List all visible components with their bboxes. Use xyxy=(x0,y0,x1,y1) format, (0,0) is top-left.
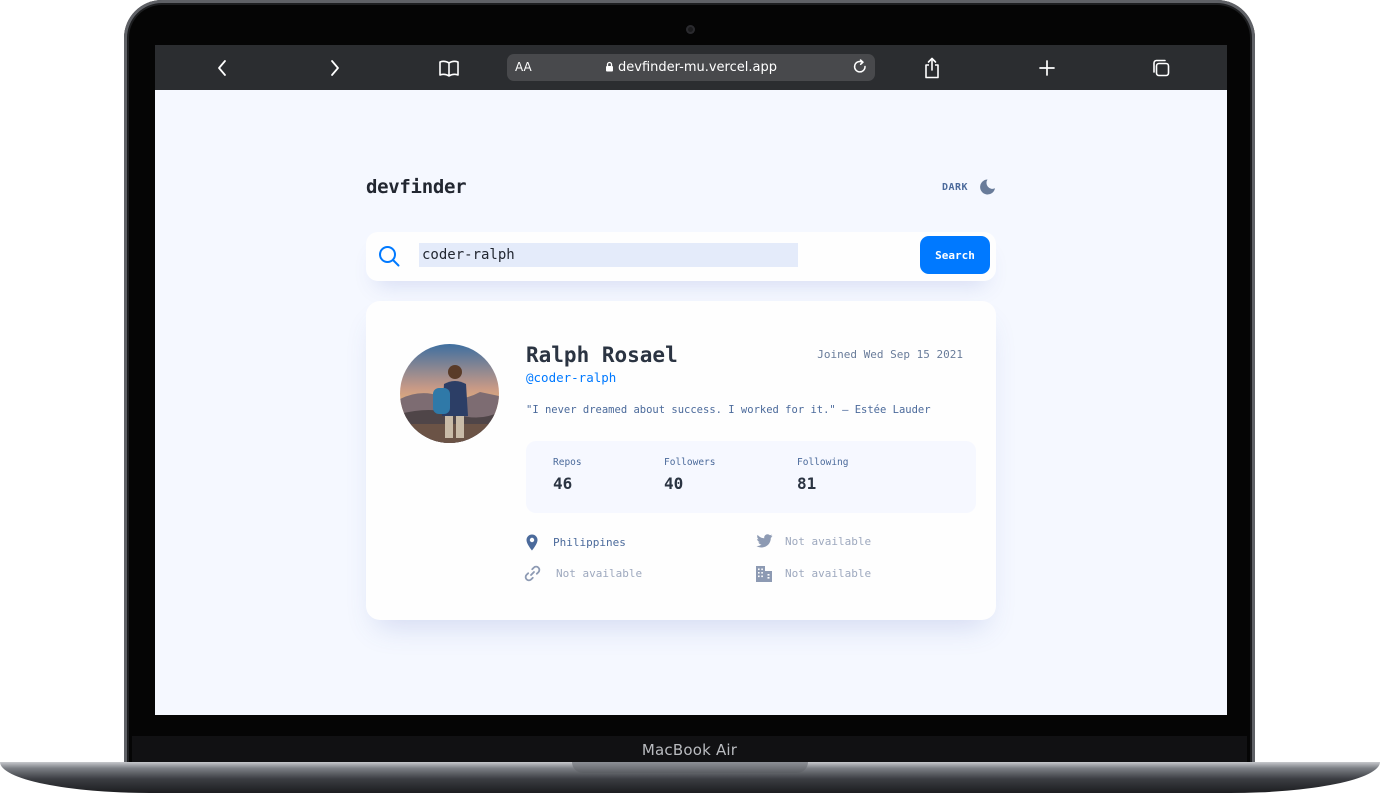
company-icon xyxy=(756,566,772,582)
company-text: Not available xyxy=(785,567,872,580)
book-icon xyxy=(439,60,459,77)
chevron-right-icon xyxy=(331,59,339,76)
bookmarks-button[interactable] xyxy=(434,45,464,90)
stat-following-label: Following xyxy=(797,457,849,468)
profile-card: Ralph Rosael Joined Wed Sep 15 2021 @cod… xyxy=(366,301,996,620)
plus-icon xyxy=(1039,59,1055,76)
search-bar: Search xyxy=(366,232,996,281)
chevron-left-icon xyxy=(218,59,226,76)
moon-icon xyxy=(980,179,996,195)
back-button[interactable] xyxy=(207,45,237,90)
stat-followers: Followers 40 xyxy=(664,457,715,493)
meta-twitter: Not available xyxy=(753,534,871,548)
app-title: devfinder xyxy=(366,176,467,198)
search-input[interactable] xyxy=(419,243,798,267)
address-bar[interactable]: AA devfinder-mu.vercel.app xyxy=(507,54,875,81)
forward-button[interactable] xyxy=(320,45,350,90)
avatar xyxy=(400,344,499,443)
twitter-text: Not available xyxy=(785,534,872,548)
profile-name: Ralph Rosael xyxy=(526,343,678,367)
share-button[interactable] xyxy=(917,45,947,90)
blog-link[interactable]: Not available xyxy=(556,567,642,580)
avatar-image xyxy=(400,344,499,443)
profile-bio: "I never dreamed about success. I worked… xyxy=(526,404,931,416)
theme-toggle[interactable]: DARK xyxy=(942,178,996,196)
twitter-icon xyxy=(756,534,772,548)
meta-blog: Not available xyxy=(521,565,642,582)
location-icon xyxy=(526,534,538,551)
tabs-overview-button[interactable] xyxy=(1146,45,1176,90)
stat-repos: Repos 46 xyxy=(553,457,582,493)
joined-date: Joined Wed Sep 15 2021 xyxy=(817,348,963,361)
camera xyxy=(686,25,695,34)
browser-toolbar: AA devfinder-mu.vercel.app xyxy=(155,45,1227,90)
new-tab-button[interactable] xyxy=(1032,45,1062,90)
stat-following: Following 81 xyxy=(797,457,848,493)
stat-followers-label: Followers xyxy=(664,457,716,468)
theme-toggle-label: DARK xyxy=(942,181,969,193)
lock-icon xyxy=(606,61,613,72)
stats-panel: Repos 46 Followers 40 Following 81 xyxy=(526,441,976,513)
tabs-icon xyxy=(1153,59,1170,76)
search-button[interactable]: Search xyxy=(920,236,990,274)
reload-icon[interactable] xyxy=(851,58,869,76)
brand-label: MacBook Air xyxy=(641,741,738,759)
laptop-notch xyxy=(572,762,808,773)
url-text: devfinder-mu.vercel.app xyxy=(618,60,777,75)
laptop-chin: MacBook Air xyxy=(132,736,1247,764)
search-icon xyxy=(379,246,400,267)
stat-repos-label: Repos xyxy=(553,457,582,468)
link-icon xyxy=(524,565,540,582)
url-display: devfinder-mu.vercel.app xyxy=(507,54,875,81)
stat-followers-value: 40 xyxy=(664,474,684,493)
share-icon xyxy=(925,57,939,78)
meta-location: Philippines xyxy=(521,534,626,551)
browser-screen: AA devfinder-mu.vercel.app devfinder DAR… xyxy=(155,45,1227,715)
meta-company: Not available xyxy=(753,565,871,582)
stat-following-value: 81 xyxy=(797,474,817,493)
location-text: Philippines xyxy=(553,536,626,549)
stat-repos-value: 46 xyxy=(553,474,573,493)
profile-login-link[interactable]: @coder-ralph xyxy=(526,370,616,385)
